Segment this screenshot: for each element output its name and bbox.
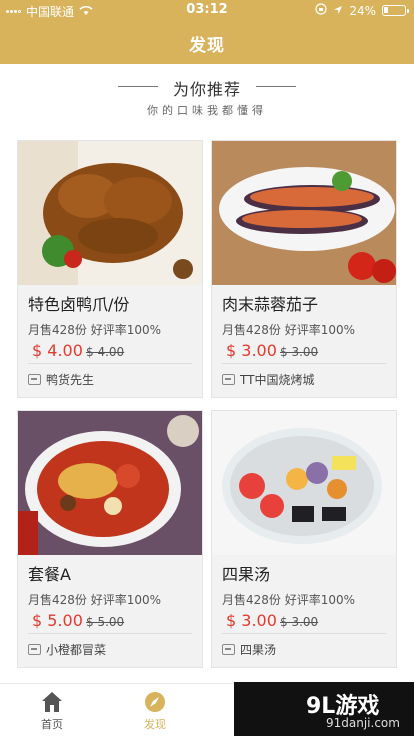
product-stats: 月售428份 好评率100% — [222, 593, 356, 607]
braised-duck-feet-image — [18, 141, 202, 285]
status-bar: 中国联通 03:12 24% — [0, 0, 414, 20]
orientation-lock-icon — [315, 3, 327, 18]
store-icon — [28, 374, 41, 385]
product-original-price: $ 3.00 — [280, 615, 319, 629]
card-divider — [28, 633, 192, 634]
store-icon — [28, 644, 41, 655]
tab-home[interactable]: 首页 — [22, 690, 82, 732]
compass-icon — [145, 692, 165, 712]
fruit-soup-image — [212, 411, 396, 555]
spicy-hotpot-image — [18, 411, 202, 555]
shop-link[interactable]: 四果汤 — [222, 641, 276, 658]
product-name: 特色卤鸭爪/份 — [28, 295, 130, 314]
product-stats: 月售428份 好评率100% — [28, 593, 162, 607]
watermark-url: 91danji.com — [326, 716, 400, 730]
shop-name: 四果汤 — [240, 643, 277, 657]
tab-discover[interactable]: 发现 — [125, 690, 185, 732]
shop-link[interactable]: TT中国烧烤城 — [222, 371, 314, 388]
product-original-price: $ 4.00 — [86, 345, 125, 359]
product-card[interactable]: 套餐A 月售428份 好评率100% $ 5.00 $ 5.00 小橙都冒菜 — [17, 410, 203, 668]
tab-discover-label: 发现 — [144, 718, 166, 731]
recommend-title: 为你推荐 — [172, 80, 241, 99]
product-price: $ 3.00 — [226, 341, 277, 360]
product-card[interactable]: 肉末蒜蓉茄子 月售428份 好评率100% $ 3.00 $ 3.00 TT中国… — [211, 140, 397, 398]
product-card[interactable]: 特色卤鸭爪/份 月售428份 好评率100% $ 4.00 $ 4.00 鸭货先… — [17, 140, 203, 398]
product-stats: 月售428份 好评率100% — [28, 323, 162, 337]
product-price: $ 3.00 — [226, 611, 277, 630]
product-original-price: $ 3.00 — [280, 345, 319, 359]
recommend-section-header: 为你推荐 你的口味我都懂得 — [0, 72, 414, 132]
product-price: $ 5.00 — [32, 611, 83, 630]
eggplant-dish-image — [212, 141, 396, 285]
card-divider — [28, 363, 192, 364]
tab-home-label: 首页 — [41, 718, 63, 731]
battery-percent: 24% — [349, 3, 376, 18]
product-name: 四果汤 — [222, 565, 271, 584]
recommend-subtitle: 你的口味我都懂得 — [147, 104, 267, 117]
product-stats: 月售428份 好评率100% — [222, 323, 356, 337]
store-icon — [222, 644, 235, 655]
store-icon — [222, 374, 235, 385]
location-icon — [333, 4, 343, 18]
shop-link[interactable]: 小橙都冒菜 — [28, 641, 106, 658]
product-price: $ 4.00 — [32, 341, 83, 360]
watermark: 9L游戏 91danji.com — [234, 682, 414, 736]
page-title: 发现 — [189, 36, 225, 56]
card-divider — [222, 633, 386, 634]
product-name: 套餐A — [28, 565, 71, 584]
home-icon — [42, 692, 62, 712]
shop-name: 小橙都冒菜 — [46, 643, 107, 657]
app-header: 中国联通 03:12 24% 发现 — [0, 0, 414, 64]
shop-link[interactable]: 鸭货先生 — [28, 371, 94, 388]
shop-name: 鸭货先生 — [46, 373, 95, 387]
product-card[interactable]: 四果汤 月售428份 好评率100% $ 3.00 $ 3.00 四果汤 — [211, 410, 397, 668]
card-divider — [222, 363, 386, 364]
divider-right — [256, 86, 296, 87]
product-name: 肉末蒜蓉茄子 — [222, 295, 319, 314]
shop-name: TT中国烧烤城 — [240, 373, 315, 387]
product-original-price: $ 5.00 — [86, 615, 125, 629]
battery-icon — [382, 5, 409, 16]
